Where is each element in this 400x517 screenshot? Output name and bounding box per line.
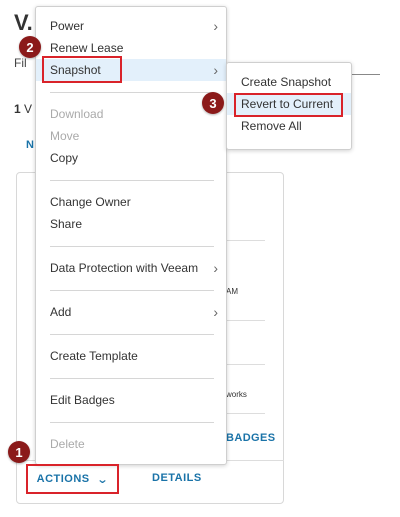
menu-item-label: Download (50, 107, 104, 121)
menu-item-edit-badges[interactable]: Edit Badges (36, 389, 226, 411)
vm-count-suffix: V (24, 102, 33, 116)
snapshot-submenu: Create Snapshot Revert to Current Remove… (226, 62, 352, 150)
menu-item-label: Data Protection with Veeam (50, 261, 199, 275)
actions-label: ACTIONS (36, 473, 90, 485)
submenu-item-label: Create Snapshot (241, 75, 332, 89)
step-badge-2: 2 (19, 36, 41, 58)
menu-item-copy[interactable]: Copy (36, 147, 226, 169)
menu-item-label: Change Owner (50, 195, 131, 209)
menu-item-label: Create Template (50, 349, 138, 363)
menu-item-label: Power (50, 19, 85, 33)
new-button[interactable]: N (26, 139, 34, 151)
submenu-item-revert-to-current[interactable]: Revert to Current (227, 93, 351, 115)
menu-separator (50, 92, 214, 93)
menu-item-create-template[interactable]: Create Template (36, 345, 226, 367)
menu-item-renew-lease[interactable]: Renew Lease (36, 37, 226, 59)
chevron-right-icon: › (213, 18, 218, 34)
menu-item-add[interactable]: Add › (36, 301, 226, 323)
menu-item-move[interactable]: Move (36, 125, 226, 147)
filter-label: Fil (14, 56, 27, 70)
step-badge-1: 1 (8, 441, 30, 463)
submenu-item-label: Revert to Current (241, 97, 334, 111)
chevron-right-icon: › (213, 260, 218, 276)
vm-count-number: 1 (14, 102, 21, 116)
card-text-fragment: AM (226, 287, 238, 296)
menu-item-delete[interactable]: Delete (36, 433, 226, 455)
details-button[interactable]: DETAILS (152, 472, 202, 484)
menu-separator (50, 378, 214, 379)
chevron-down-icon: ⌄ (96, 473, 109, 486)
menu-item-snapshot[interactable]: Snapshot › (36, 59, 226, 81)
menu-item-download[interactable]: Download (36, 103, 226, 125)
page-title: V. (14, 10, 33, 35)
menu-item-label: Snapshot (50, 63, 101, 77)
menu-item-label: Add (50, 305, 72, 319)
badges-link[interactable]: BADGES (226, 432, 275, 444)
menu-item-label: Share (50, 217, 83, 231)
menu-separator (50, 422, 214, 423)
actions-menu: Power › Renew Lease Snapshot › Download … (35, 6, 227, 465)
menu-item-label: Move (50, 129, 80, 143)
step-badge-3: 3 (202, 92, 224, 114)
card-text-fragment: works (226, 390, 247, 399)
chevron-right-icon: › (213, 62, 218, 78)
menu-item-data-protection[interactable]: Data Protection with Veeam › (36, 257, 226, 279)
menu-item-label: Copy (50, 151, 79, 165)
submenu-item-label: Remove All (241, 119, 302, 133)
menu-separator (50, 246, 214, 247)
chevron-right-icon: › (213, 304, 218, 320)
menu-item-power[interactable]: Power › (36, 15, 226, 37)
menu-item-share[interactable]: Share (36, 213, 226, 235)
menu-item-change-owner[interactable]: Change Owner (36, 191, 226, 213)
menu-separator (50, 180, 214, 181)
vm-count: 1 V (14, 102, 32, 116)
menu-separator (50, 290, 214, 291)
menu-item-label: Edit Badges (50, 393, 115, 407)
submenu-item-remove-all[interactable]: Remove All (227, 115, 351, 137)
menu-item-label: Renew Lease (50, 41, 124, 55)
menu-separator (50, 334, 214, 335)
submenu-item-create-snapshot[interactable]: Create Snapshot (227, 71, 351, 93)
actions-button[interactable]: ACTIONS ⌄ (28, 466, 116, 492)
menu-item-label: Delete (50, 437, 85, 451)
